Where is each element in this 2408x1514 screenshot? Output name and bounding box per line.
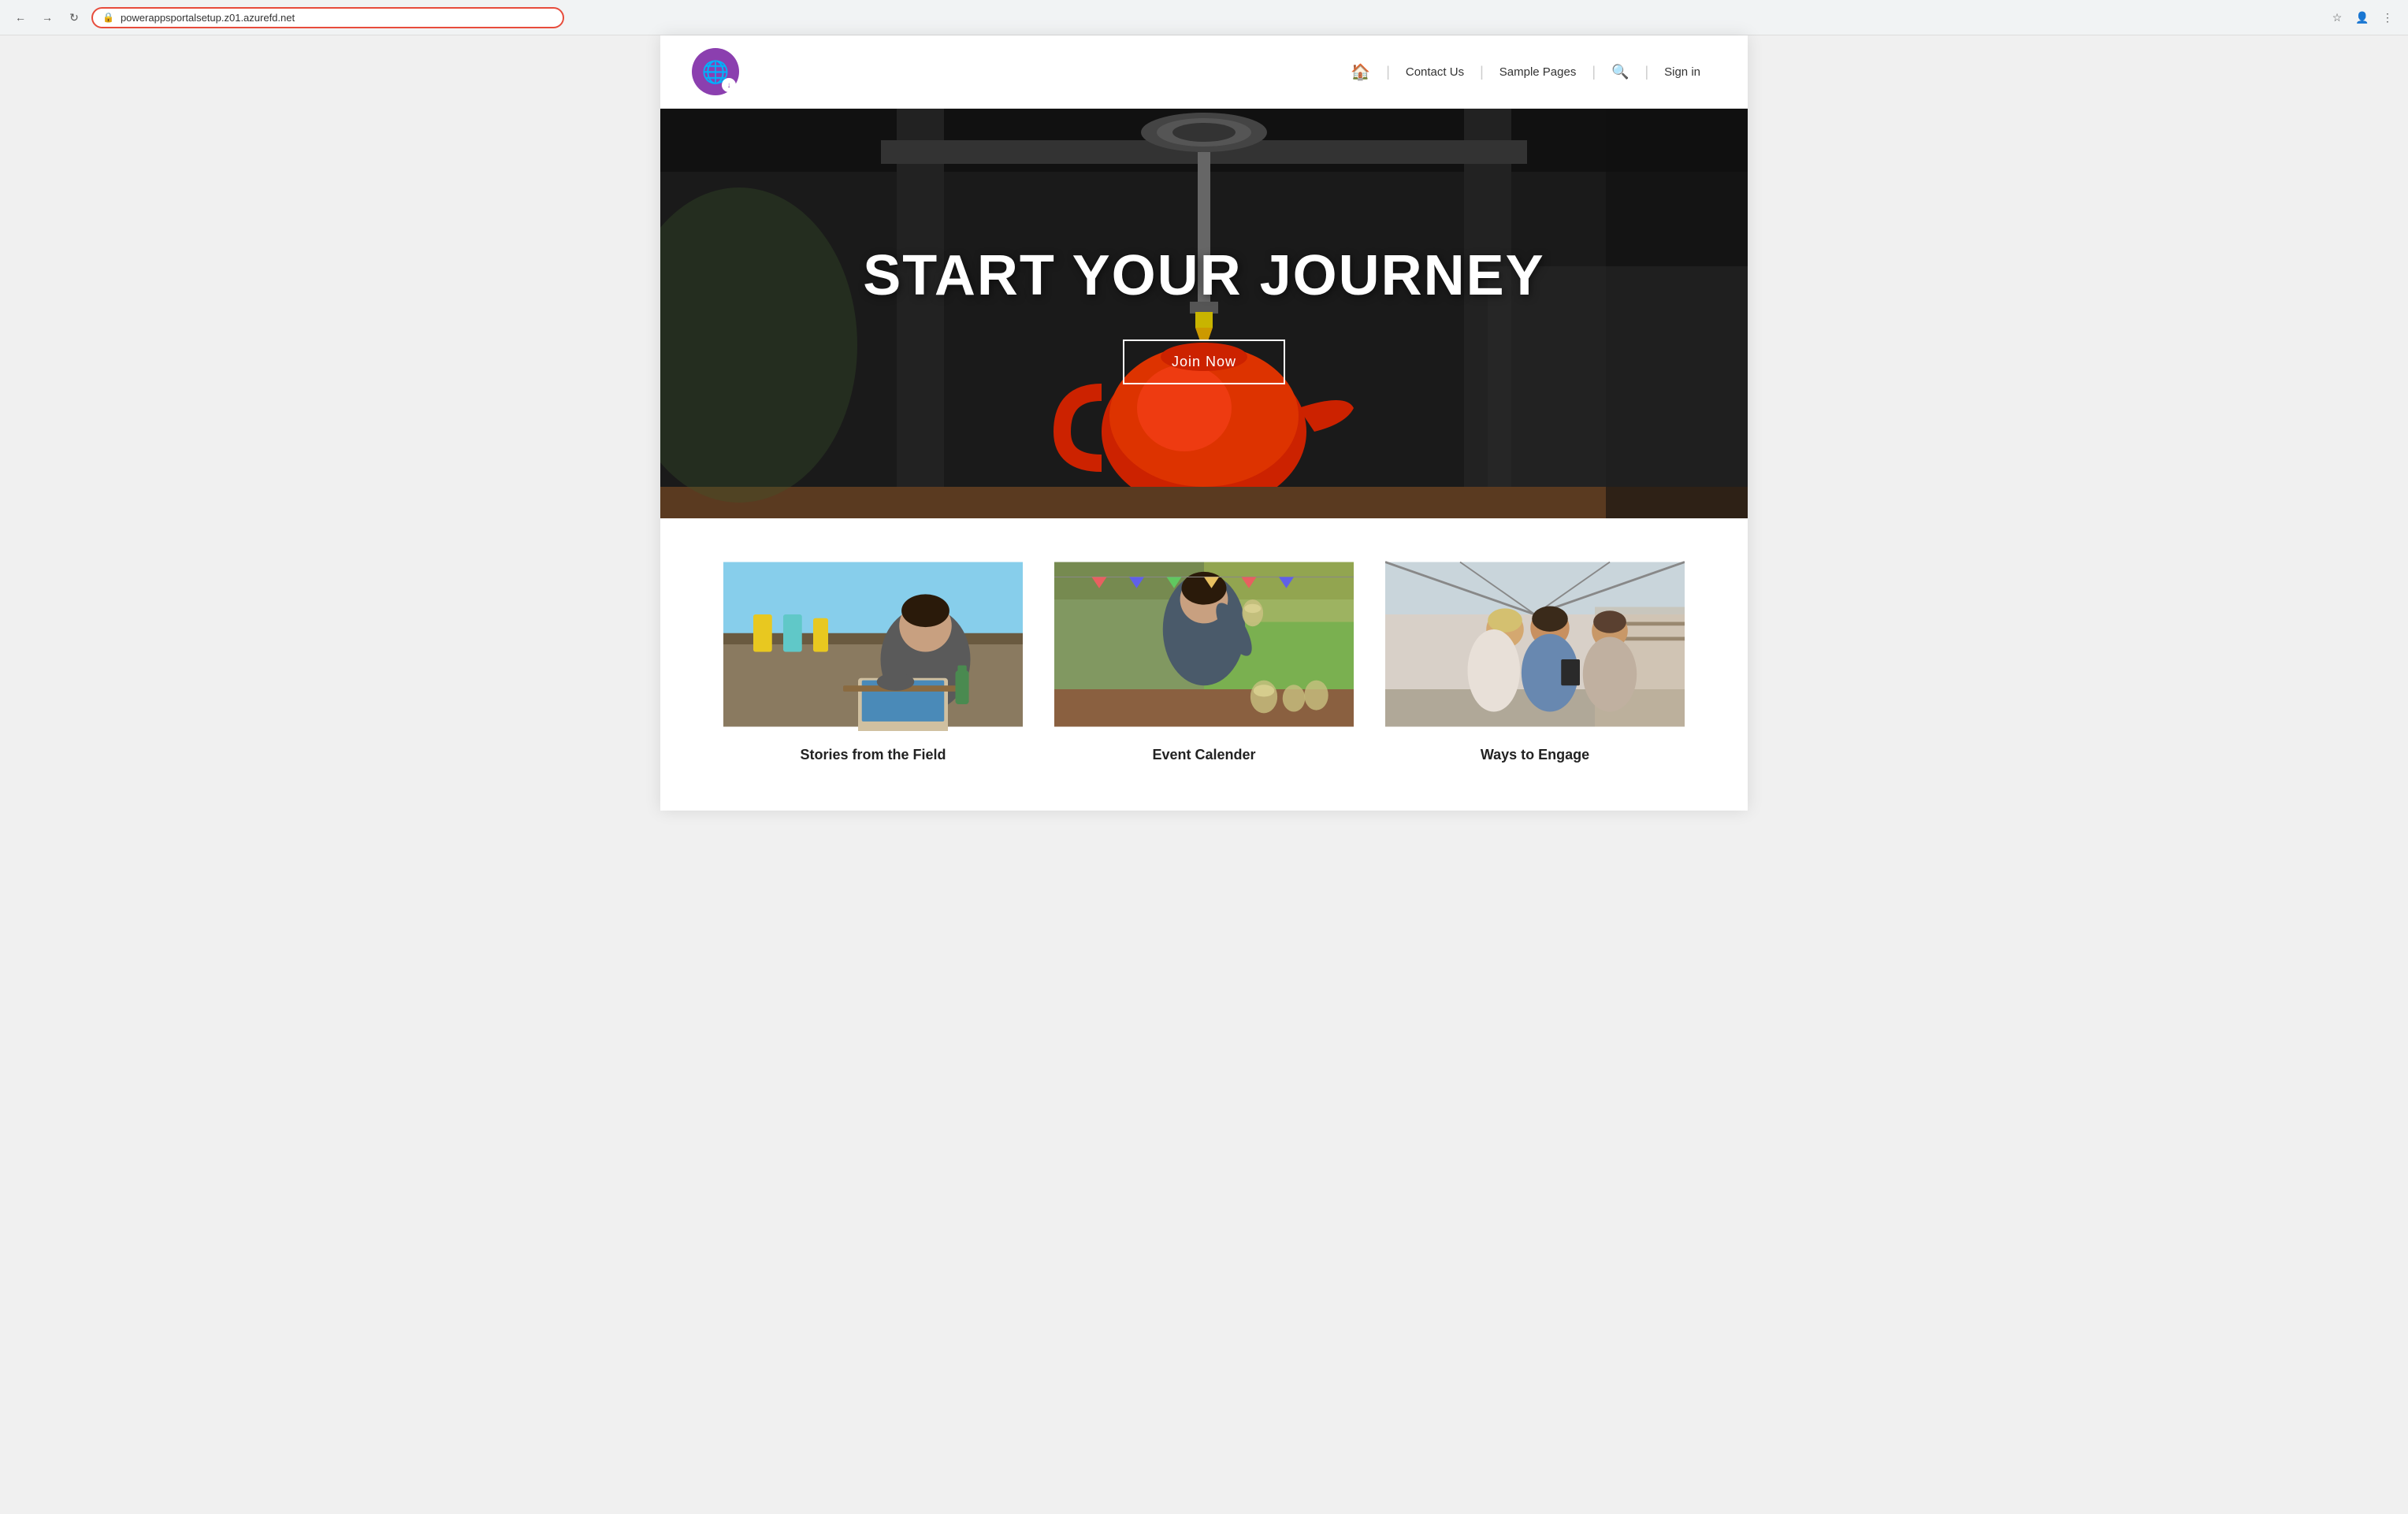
forward-icon: → <box>42 11 53 24</box>
nav-contact-link[interactable]: Contact Us <box>1390 65 1480 79</box>
menu-icon: ⋮ <box>2382 11 2393 24</box>
join-now-button[interactable]: Join Now <box>1123 340 1285 384</box>
forward-button[interactable]: → <box>36 6 58 28</box>
bookmark-button[interactable]: ☆ <box>2326 6 2348 28</box>
nav-signin-link[interactable]: Sign in <box>1648 65 1716 79</box>
card-label-engage: Ways to Engage <box>1481 747 1589 763</box>
card-svg-events <box>1054 558 1354 731</box>
browser-chrome: ← → ↻ 🔒 ☆ 👤 ⋮ <box>0 0 2408 35</box>
card-engage[interactable]: Ways to Engage <box>1385 558 1685 763</box>
site-nav: 🏠 | Contact Us | Sample Pages | 🔍 | Sign… <box>1335 62 1716 82</box>
address-bar[interactable]: 🔒 <box>91 7 564 28</box>
star-icon: ☆ <box>2332 11 2343 24</box>
refresh-button[interactable]: ↻ <box>63 6 85 28</box>
cards-grid: Stories from the Field <box>723 558 1685 763</box>
back-icon: ← <box>15 11 26 24</box>
card-stories[interactable]: Stories from the Field <box>723 558 1023 763</box>
hero-title: START YOUR JOURNEY <box>863 243 1544 308</box>
person-icon: 👤 <box>2355 11 2369 24</box>
browser-controls: ← → ↻ <box>9 6 85 28</box>
card-label-stories: Stories from the Field <box>800 747 946 763</box>
logo-circle[interactable]: 🌐 ↓ <box>692 48 739 95</box>
hero-section: START YOUR JOURNEY Join Now <box>660 109 1748 518</box>
nav-home-link[interactable]: 🏠 <box>1335 62 1386 82</box>
card-label-events: Event Calender <box>1152 747 1255 763</box>
refresh-icon: ↻ <box>69 11 79 24</box>
card-img-events <box>1054 558 1354 731</box>
site-logo[interactable]: 🌐 ↓ <box>692 48 739 95</box>
profile-button[interactable]: 👤 <box>2351 6 2373 28</box>
url-input[interactable] <box>121 12 553 24</box>
back-button[interactable]: ← <box>9 6 32 28</box>
site-header: 🌐 ↓ 🏠 | Contact Us | Sample Pages | 🔍 | … <box>660 35 1748 109</box>
card-img-stories <box>723 558 1023 731</box>
nav-search-icon[interactable]: 🔍 <box>1596 64 1644 80</box>
card-events[interactable]: Event Calender <box>1054 558 1354 763</box>
card-svg-stories <box>723 558 1023 731</box>
logo-badge: ↓ <box>722 78 736 92</box>
cards-section: Stories from the Field <box>660 518 1748 811</box>
hero-content: START YOUR JOURNEY Join Now <box>863 243 1544 384</box>
website-container: 🌐 ↓ 🏠 | Contact Us | Sample Pages | 🔍 | … <box>660 35 1748 811</box>
lock-icon: 🔒 <box>102 12 114 23</box>
nav-sample-link[interactable]: Sample Pages <box>1484 65 1592 79</box>
more-button[interactable]: ⋮ <box>2376 6 2399 28</box>
card-svg-engage <box>1385 558 1685 731</box>
browser-actions: ☆ 👤 ⋮ <box>2326 6 2399 28</box>
card-img-engage <box>1385 558 1685 731</box>
